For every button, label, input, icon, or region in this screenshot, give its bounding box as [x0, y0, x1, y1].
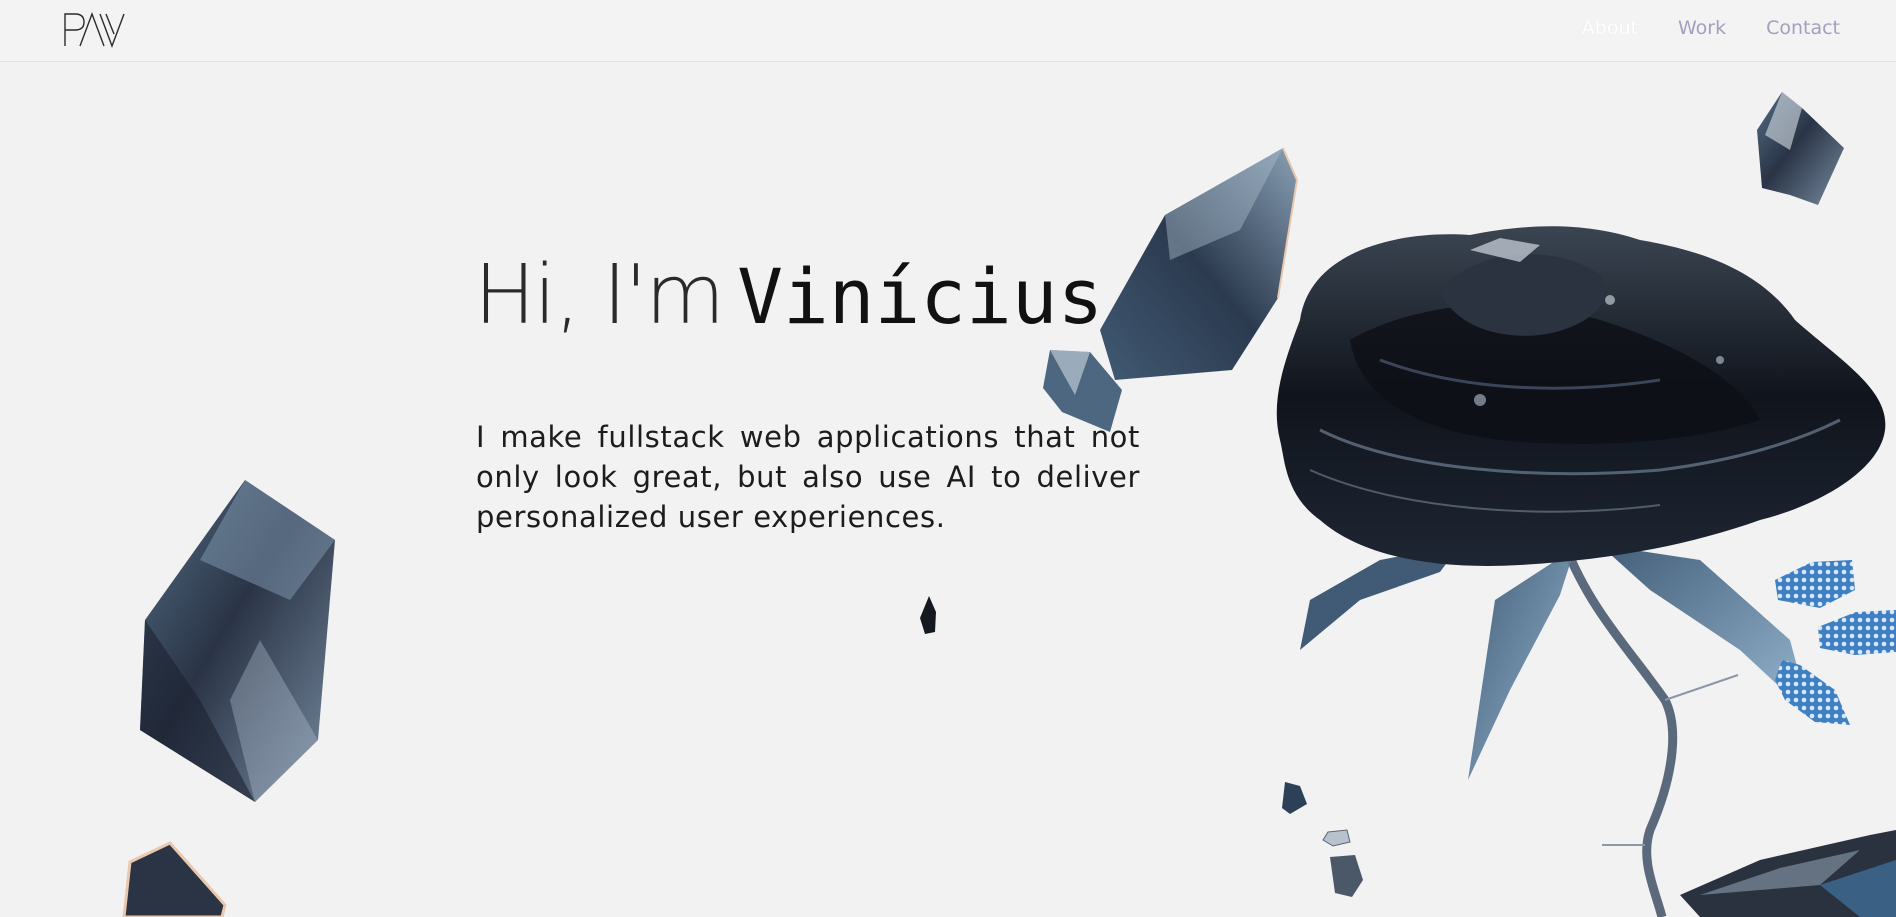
crystal-shard-icon — [122, 841, 227, 917]
crystal-shard-icon — [1757, 92, 1844, 205]
crystal-shard-icon — [140, 480, 335, 802]
crystal-shard-icon — [1680, 830, 1896, 917]
crystal-shard-icon — [1282, 782, 1363, 897]
crystal-rose-icon — [1276, 226, 1896, 917]
top-navbar: About Work Contact — [0, 0, 1896, 62]
main-nav: About Work Contact — [1582, 17, 1840, 39]
crystal-shard-icon — [920, 596, 936, 634]
logo-mark — [64, 12, 125, 48]
page: About Work Contact Hi, I'm Vinícius I ma… — [0, 0, 1896, 917]
hero-greeting: Hi, I'm — [474, 248, 725, 343]
nav-work-link[interactable]: Work — [1678, 17, 1726, 39]
nav-contact-link[interactable]: Contact — [1766, 17, 1840, 39]
nav-about-link[interactable]: About — [1582, 17, 1638, 39]
hero-name: Vinícius — [737, 252, 1104, 341]
site-logo[interactable] — [62, 10, 130, 48]
hero-title: Hi, I'm Vinícius — [474, 255, 1103, 337]
hero-description: I make fullstack web applications that n… — [476, 420, 1140, 534]
